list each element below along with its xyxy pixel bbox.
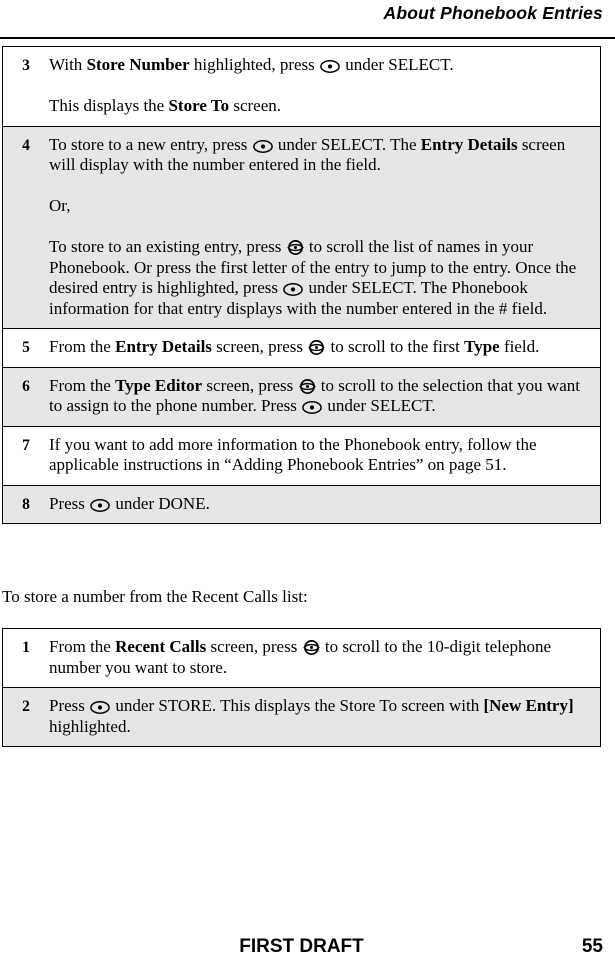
procedure-step-row: 3 With Store Number highlighted, press un… — [2, 46, 601, 126]
lead-paragraph: To store a number from the Recent Calls … — [2, 587, 308, 606]
step-instruction: Press under DONE. — [49, 484, 601, 524]
body-text: under SELECT. The — [273, 134, 421, 154]
step-instruction: From the Type Editor screen, press to sc… — [49, 366, 601, 426]
select-key-icon — [283, 283, 304, 296]
page-header-title: About Phonebook Entries — [383, 3, 603, 23]
step-paragraph: With Store Number highlighted, press und… — [49, 55, 586, 76]
step-paragraph: From the Recent Calls screen, press to s… — [49, 637, 586, 678]
step-number: 5 — [2, 328, 49, 367]
body-text: With — [49, 55, 87, 74]
procedure-step-row: 8 Press under DONE. — [2, 484, 601, 524]
body-text: under SELECT. — [323, 396, 436, 415]
body-text: From the — [49, 375, 116, 395]
body-text: Press — [49, 696, 90, 715]
body-text: highlighted. — [49, 716, 131, 736]
scroll-navigation-key-icon — [308, 340, 325, 355]
step-paragraph: Press under DONE. — [49, 494, 586, 515]
procedure-step-row: 4 To store to a new entry, press under SE… — [2, 125, 601, 329]
body-text: This displays the — [49, 96, 169, 115]
procedure-step-row: 1 From the Recent Calls screen, press to … — [2, 628, 601, 688]
step-paragraph: Press under STORE. This displays the Sto… — [49, 696, 586, 737]
procedure-step-row: 2 Press under STORE. This displays the St… — [2, 687, 601, 747]
footer-draft-label: FIRST DRAFT — [239, 936, 364, 957]
step-paragraph: To store to an existing entry, press to … — [49, 237, 586, 319]
body-text: to scroll to the first — [326, 337, 465, 356]
emphasis-text: Entry Details — [420, 134, 518, 154]
body-text: Or, — [49, 196, 71, 215]
step-paragraph: This displays the Store To screen. — [49, 96, 586, 117]
page-footer: FIRST DRAFT 55 — [0, 936, 603, 962]
step-paragraph: To store to a new entry, press under SEL… — [49, 135, 586, 176]
step-instruction: From the Recent Calls screen, press to s… — [49, 628, 601, 688]
body-text: field. — [499, 337, 540, 356]
footer-page-number: 55 — [581, 936, 603, 957]
procedure-table-store-number: 3 With Store Number highlighted, press un… — [2, 46, 601, 524]
header-divider-rule — [0, 37, 615, 39]
select-key-icon — [302, 401, 323, 414]
step-instruction: To store to a new entry, press under SEL… — [49, 125, 601, 329]
body-text: From the — [49, 637, 116, 656]
body-text: screen, press — [202, 375, 298, 395]
scroll-navigation-key-icon — [302, 640, 320, 655]
procedure-step-row: 5 From the Entry Details screen, press to… — [2, 328, 601, 367]
emphasis-text: Type Editor — [115, 375, 203, 395]
step-number: 8 — [2, 484, 49, 524]
emphasis-text: [New Entry] — [483, 696, 574, 715]
step-number: 7 — [2, 425, 49, 485]
procedure-table-body: 1 From the Recent Calls screen, press to … — [2, 628, 601, 747]
procedure-table-body: 3 With Store Number highlighted, press un… — [2, 46, 601, 524]
emphasis-text: Recent Calls — [115, 637, 207, 656]
body-text: under SELECT. — [341, 55, 454, 74]
select-key-icon — [90, 701, 111, 714]
step-number: 3 — [2, 46, 49, 126]
body-text: screen, press — [206, 637, 302, 656]
step-paragraph: If you want to add more information to t… — [49, 435, 586, 476]
body-text: under STORE. This displays the Store To … — [111, 696, 484, 715]
step-number: 2 — [2, 687, 49, 747]
emphasis-text: Entry Details — [115, 337, 212, 356]
step-instruction: Press under STORE. This displays the Sto… — [49, 687, 601, 747]
step-number: 4 — [2, 125, 49, 329]
step-instruction: From the Entry Details screen, press to … — [49, 328, 601, 367]
step-number: 1 — [2, 628, 49, 688]
body-text: under DONE. — [111, 493, 210, 513]
step-instruction: With Store Number highlighted, press und… — [49, 46, 601, 126]
emphasis-text: Store To — [168, 96, 230, 115]
body-text: Press — [49, 493, 90, 513]
select-key-icon — [320, 60, 340, 73]
body-text: screen, press — [211, 337, 308, 356]
procedure-table-recent-calls: 1 From the Recent Calls screen, press to … — [2, 628, 601, 747]
emphasis-text: Type — [464, 337, 500, 356]
step-instruction: If you want to add more information to t… — [49, 425, 601, 485]
procedure-step-row: 6 From the Type Editor screen, press to s… — [2, 366, 601, 426]
step-paragraph: From the Type Editor screen, press to sc… — [49, 376, 586, 417]
body-text: screen. — [229, 96, 282, 115]
body-text: To store to an existing entry, press — [49, 237, 286, 256]
select-key-icon — [90, 498, 111, 512]
step-paragraph: Or, — [49, 196, 586, 217]
scroll-navigation-key-icon — [298, 378, 316, 394]
procedure-step-row: 7 If you want to add more information to … — [2, 425, 601, 485]
step-paragraph: From the Entry Details screen, press to … — [49, 337, 586, 358]
step-number: 6 — [2, 366, 49, 426]
body-text: highlighted, press — [189, 55, 320, 74]
body-text: From the — [49, 337, 116, 356]
body-text: If you want to add more information to t… — [49, 434, 537, 475]
emphasis-text: Store Number — [86, 55, 190, 74]
scroll-navigation-key-icon — [286, 240, 304, 255]
select-key-icon — [252, 139, 273, 153]
body-text: To store to a new entry, press — [49, 134, 252, 154]
